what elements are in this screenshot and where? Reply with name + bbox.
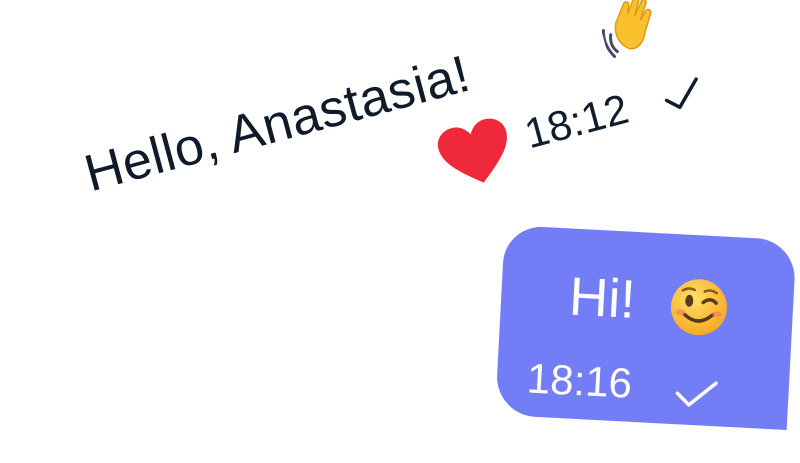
winking-face-icon [670, 279, 727, 336]
outgoing-message-bubble[interactable]: Hi! 18:16 [495, 225, 797, 431]
waving-hand-icon [601, 0, 652, 58]
check-icon [664, 77, 698, 110]
outgoing-message-text: Hi! [567, 266, 637, 330]
outgoing-message-time: 18:16 [525, 354, 634, 407]
chat-scene: Hello, Anastasia! 18:12 Hi! 18:16 [0, 0, 800, 463]
incoming-message-time: 18:12 [519, 84, 634, 158]
incoming-message-text: Hello, Anastasia! [78, 44, 477, 204]
heart-icon[interactable] [432, 113, 520, 194]
check-icon [675, 381, 718, 407]
incoming-message[interactable]: Hello, Anastasia! 18:12 [50, 0, 723, 243]
incoming-message-meta: 18:12 [432, 77, 698, 190]
